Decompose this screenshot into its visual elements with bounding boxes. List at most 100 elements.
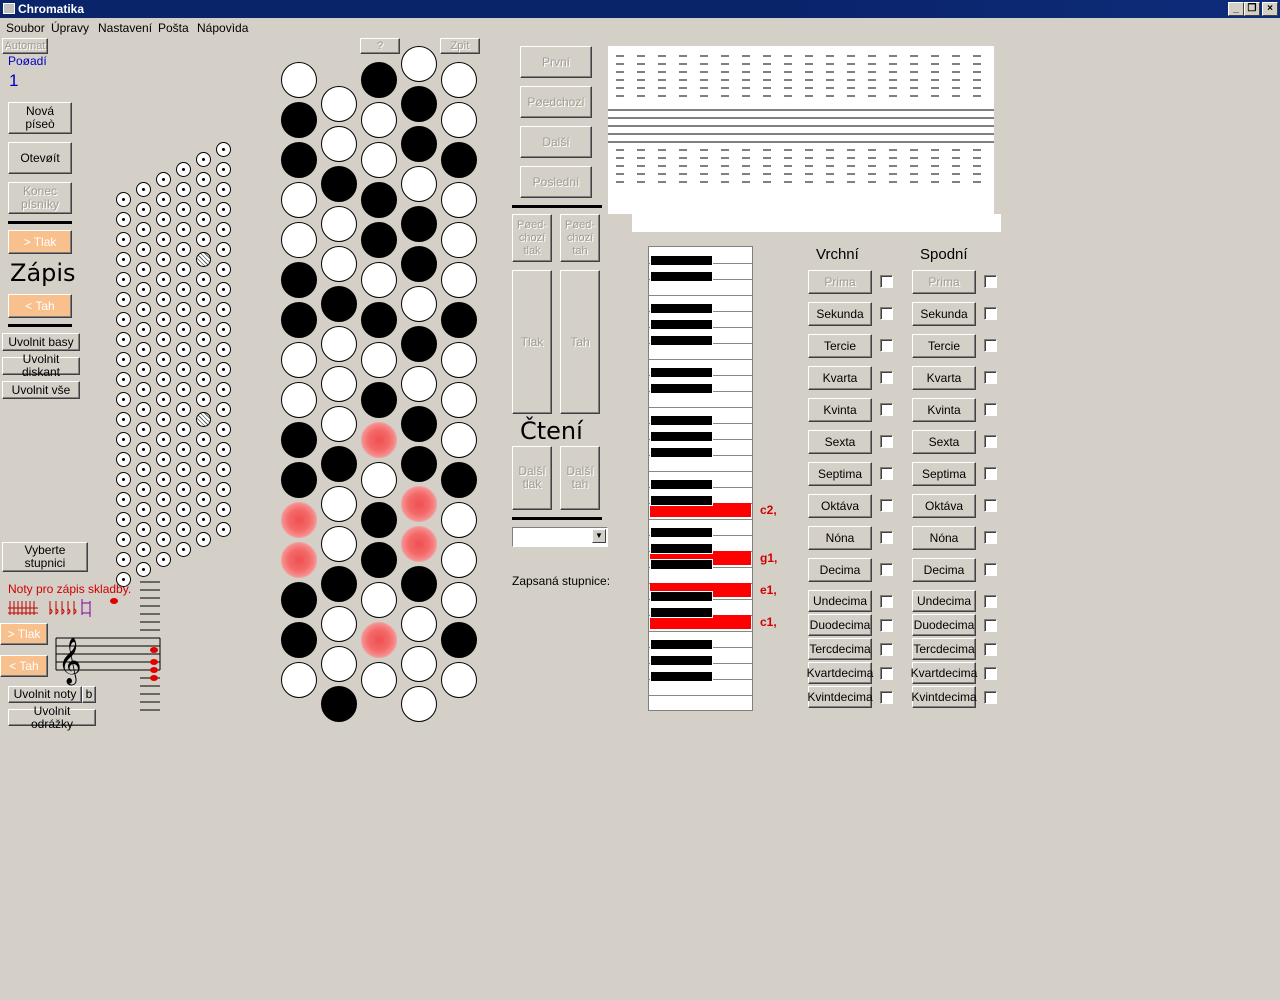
treble-button[interactable]	[321, 86, 357, 122]
end-song-button[interactable]: Konec písnìky	[8, 182, 72, 214]
black-key[interactable]	[650, 303, 713, 314]
treble-button[interactable]	[281, 262, 317, 298]
lower-interval-checkbox[interactable]	[984, 531, 997, 544]
maximize-button[interactable]: ❐	[1244, 2, 1260, 16]
bass-button[interactable]	[116, 432, 131, 447]
flat-button[interactable]: b	[82, 686, 96, 703]
bass-button[interactable]	[196, 192, 211, 207]
bass-button[interactable]	[196, 152, 211, 167]
treble-button[interactable]	[441, 222, 477, 258]
treble-button[interactable]	[441, 462, 477, 498]
lower-interval-button[interactable]: Decima	[912, 558, 976, 582]
automat-button[interactable]: Automat	[2, 38, 48, 54]
upper-interval-checkbox[interactable]	[880, 619, 893, 632]
bass-button[interactable]	[116, 292, 131, 307]
menu-napoveda[interactable]: Nápovìda	[197, 21, 248, 35]
bass-button[interactable]	[156, 232, 171, 247]
black-key[interactable]	[650, 335, 713, 346]
treble-button[interactable]	[281, 462, 317, 498]
bass-button[interactable]	[116, 492, 131, 507]
treble-button[interactable]	[281, 222, 317, 258]
treble-button[interactable]	[441, 502, 477, 538]
lower-interval-button[interactable]: Sekunda	[912, 302, 976, 326]
push-read-button[interactable]: Tlak	[512, 270, 552, 414]
lower-interval-button[interactable]: Undecima	[912, 590, 976, 612]
lower-interval-checkbox[interactable]	[984, 275, 997, 288]
treble-button[interactable]	[281, 342, 317, 378]
upper-interval-checkbox[interactable]	[880, 499, 893, 512]
treble-button[interactable]	[321, 326, 357, 362]
lower-interval-checkbox[interactable]	[984, 691, 997, 704]
lower-interval-button[interactable]: Kvarta	[912, 366, 976, 390]
treble-button[interactable]	[401, 326, 437, 362]
treble-button[interactable]	[321, 646, 357, 682]
bass-button[interactable]	[116, 552, 131, 567]
scale-select[interactable]: ▼	[512, 527, 608, 547]
bass-button[interactable]	[116, 452, 131, 467]
treble-button[interactable]	[281, 542, 317, 578]
lower-interval-checkbox[interactable]	[984, 435, 997, 448]
bass-button[interactable]	[196, 532, 211, 547]
upper-interval-checkbox[interactable]	[880, 595, 893, 608]
bass-button[interactable]	[196, 312, 211, 327]
treble-button[interactable]	[441, 342, 477, 378]
treble-button[interactable]	[361, 542, 397, 578]
lower-interval-button[interactable]: Kvintdecima	[911, 686, 977, 708]
bass-button[interactable]	[116, 192, 131, 207]
bass-button[interactable]	[216, 162, 231, 177]
bass-button[interactable]	[156, 312, 171, 327]
bass-button[interactable]	[156, 532, 171, 547]
bass-button[interactable]	[176, 282, 191, 297]
release-all-button[interactable]: Uvolnit vše	[2, 381, 80, 399]
bass-button[interactable]	[156, 552, 171, 567]
lower-interval-button[interactable]: Tercie	[912, 334, 976, 358]
previous-button[interactable]: Pøedchozí	[520, 86, 592, 118]
bass-button[interactable]	[116, 572, 131, 587]
upper-interval-checkbox[interactable]	[880, 643, 893, 656]
pull-read-button[interactable]: Tah	[560, 270, 600, 414]
black-key[interactable]	[650, 671, 713, 682]
bass-button[interactable]	[216, 342, 231, 357]
upper-interval-button[interactable]: Duodecima	[808, 614, 872, 636]
bass-button[interactable]	[136, 282, 151, 297]
bass-button[interactable]	[196, 172, 211, 187]
upper-interval-checkbox[interactable]	[880, 435, 893, 448]
black-key[interactable]	[650, 591, 713, 602]
bass-button[interactable]	[176, 542, 191, 557]
lower-interval-checkbox[interactable]	[984, 667, 997, 680]
bass-button[interactable]	[156, 292, 171, 307]
bass-button[interactable]	[216, 362, 231, 377]
treble-button[interactable]	[401, 606, 437, 642]
upper-interval-button[interactable]: Tercdecima	[808, 638, 872, 660]
bass-button[interactable]	[116, 372, 131, 387]
release-ledger-button[interactable]: Uvolnit odrážky	[8, 704, 96, 730]
treble-button[interactable]	[401, 406, 437, 442]
piano-keyboard[interactable]	[648, 246, 753, 711]
bass-button[interactable]	[176, 162, 191, 177]
lower-interval-checkbox[interactable]	[984, 403, 997, 416]
bass-button[interactable]	[156, 492, 171, 507]
treble-button[interactable]	[361, 262, 397, 298]
upper-interval-checkbox[interactable]	[880, 371, 893, 384]
bass-button[interactable]	[176, 442, 191, 457]
bass-button[interactable]	[176, 462, 191, 477]
bass-button[interactable]	[136, 422, 151, 437]
next-button[interactable]: Další	[520, 126, 592, 158]
bass-button[interactable]	[156, 352, 171, 367]
pull-button[interactable]: < Tah	[8, 294, 72, 318]
upper-interval-button[interactable]: Kvartdecima	[807, 662, 873, 684]
lower-interval-checkbox[interactable]	[984, 643, 997, 656]
bass-button[interactable]	[216, 522, 231, 537]
treble-button[interactable]	[401, 686, 437, 722]
bass-button[interactable]	[116, 472, 131, 487]
black-key[interactable]	[650, 543, 713, 554]
upper-interval-checkbox[interactable]	[880, 339, 893, 352]
treble-button[interactable]	[441, 622, 477, 658]
previous-push-button[interactable]: Pøed-chozí tlak	[512, 214, 552, 262]
treble-button[interactable]	[401, 526, 437, 562]
bass-button[interactable]	[116, 252, 131, 267]
bass-button[interactable]	[196, 212, 211, 227]
black-key[interactable]	[650, 639, 713, 650]
menu-soubor[interactable]: Soubor	[6, 21, 45, 35]
bass-button[interactable]	[196, 292, 211, 307]
